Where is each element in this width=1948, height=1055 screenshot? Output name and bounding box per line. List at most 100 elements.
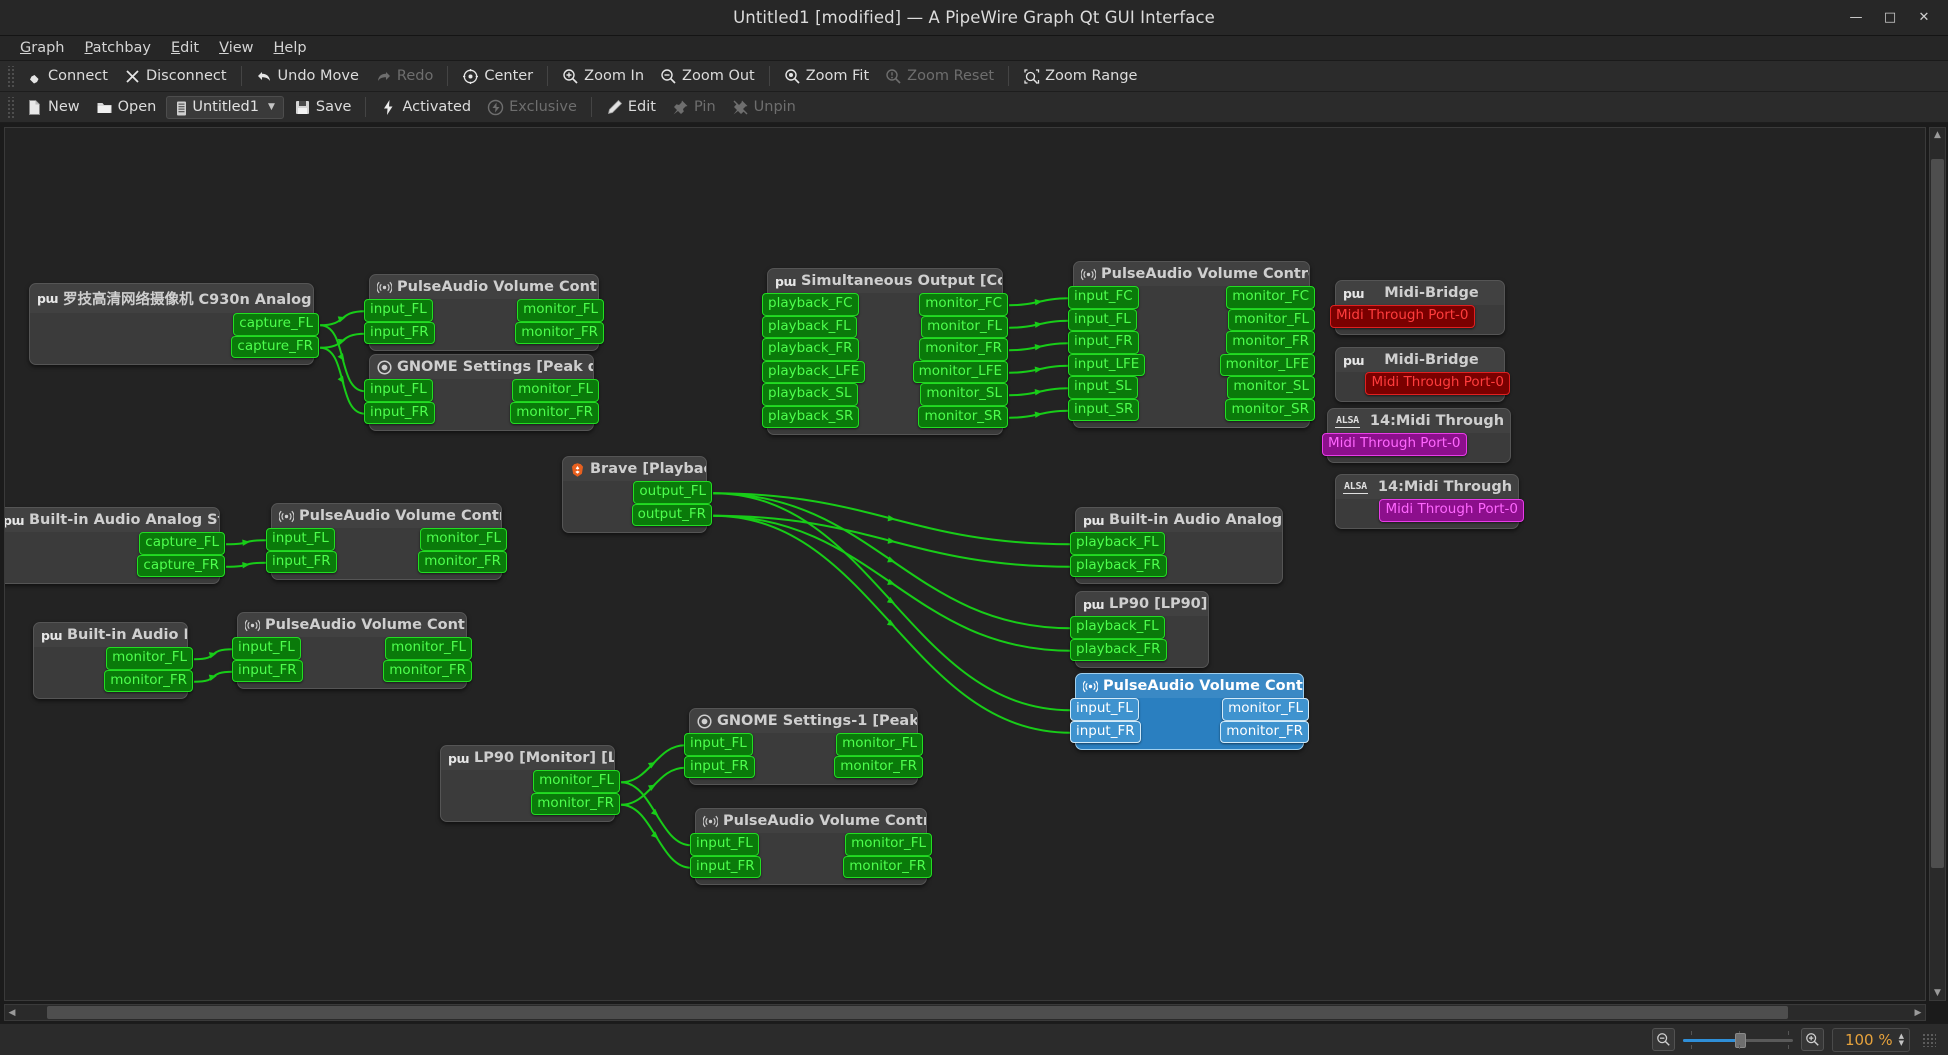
- graph-node[interactable]: Brave [Playback] output_FLoutput_FR: [562, 456, 712, 533]
- graph-node[interactable]: ALSA 14:Midi Through Midi Through Port-0: [1322, 408, 1511, 463]
- output-port[interactable]: monitor_LFE: [1219, 353, 1315, 376]
- connection-edge[interactable]: [712, 514, 1072, 652]
- input-port[interactable]: input_FL: [364, 379, 433, 402]
- connection-edge[interactable]: [319, 332, 366, 349]
- zoom-slider-handle[interactable]: [1735, 1032, 1747, 1048]
- input-port[interactable]: input_FR: [684, 755, 755, 778]
- graph-node[interactable]: pɯ LP90 [LP90] playback_FL playback_FR: [1070, 591, 1209, 668]
- input-port[interactable]: playback_FL: [762, 315, 857, 338]
- vertical-scrollbar[interactable]: ▲ ▼: [1929, 127, 1946, 1001]
- connection-edge[interactable]: [620, 803, 692, 869]
- output-port[interactable]: monitor_FL: [385, 637, 472, 660]
- input-port[interactable]: playback_FC: [762, 293, 859, 316]
- input-port[interactable]: input_FR: [1068, 331, 1139, 354]
- input-port[interactable]: input_LFE: [1068, 353, 1146, 376]
- zoom-out-button[interactable]: [1651, 1028, 1675, 1051]
- output-port[interactable]: monitor_FL: [512, 379, 599, 402]
- input-port[interactable]: input_FL: [690, 833, 759, 856]
- input-port[interactable]: input_FR: [364, 321, 435, 344]
- input-port[interactable]: input_FR: [232, 659, 303, 682]
- graph-node[interactable]: PulseAudio Volume Control-4 [... input_FL…: [1070, 673, 1309, 750]
- input-port[interactable]: playback_SR: [762, 405, 860, 428]
- open-button[interactable]: Open: [88, 96, 165, 119]
- graph-node[interactable]: pɯ Midi-Bridge Midi Through Port-0: [1330, 280, 1505, 335]
- output-port[interactable]: monitor_FR: [843, 855, 932, 878]
- graph-node[interactable]: pɯSimultaneous Output [Combine ...playba…: [762, 268, 1008, 435]
- output-port[interactable]: monitor_LFE: [912, 360, 1008, 383]
- input-port[interactable]: input_FC: [1068, 286, 1139, 309]
- output-port[interactable]: monitor_SL: [920, 383, 1008, 406]
- graph-node[interactable]: PulseAudio Volume Control-3 [... input_FL…: [266, 503, 507, 580]
- zoom-reset-button[interactable]: Zoom Reset: [877, 65, 1002, 88]
- scroll-right-arrow-icon[interactable]: ▶: [1911, 1006, 1925, 1020]
- input-port[interactable]: input_FL: [266, 528, 335, 551]
- connection-edge[interactable]: [1008, 319, 1070, 329]
- graph-node[interactable]: pɯBuilt-in Audio Analog Stereocapture_FL…: [5, 507, 225, 584]
- toolbar-grip-icon[interactable]: [6, 65, 15, 87]
- output-port[interactable]: monitor_FR: [1226, 331, 1315, 354]
- output-port[interactable]: capture_FL: [233, 313, 319, 336]
- graph-node[interactable]: pɯBuilt-in Audio Analog Stereoplayback_F…: [1070, 507, 1283, 584]
- output-port[interactable]: monitor_FL: [533, 770, 620, 793]
- input-port[interactable]: playback_SL: [762, 383, 858, 406]
- output-port[interactable]: capture_FL: [139, 532, 225, 555]
- scroll-up-arrow-icon[interactable]: ▲: [1934, 128, 1941, 142]
- redo-button[interactable]: Redo: [367, 65, 441, 88]
- input-port[interactable]: input_FR: [266, 550, 337, 573]
- input-port[interactable]: input_FL: [1070, 698, 1139, 721]
- disconnect-button[interactable]: Disconnect: [116, 65, 235, 88]
- save-button[interactable]: Save: [286, 96, 360, 119]
- graph-node[interactable]: PulseAudio Volume Control-8 [... input_FL…: [690, 808, 932, 885]
- zoom-slider[interactable]: [1682, 1030, 1793, 1050]
- undo-move-button[interactable]: Undo Move: [248, 65, 367, 88]
- chevron-down-icon[interactable]: ▼: [264, 102, 279, 112]
- output-port[interactable]: monitor_FL: [845, 833, 932, 856]
- horizontal-scroll-thumb[interactable]: [47, 1006, 1788, 1019]
- output-port[interactable]: monitor_FR: [418, 550, 507, 573]
- zoom-range-button[interactable]: Zoom Range: [1015, 65, 1145, 88]
- connection-edge[interactable]: [1008, 297, 1070, 307]
- input-port[interactable]: Midi Through Port-0: [1322, 433, 1467, 456]
- connection-edge[interactable]: [712, 492, 1072, 712]
- input-port[interactable]: playback_LFE: [762, 360, 866, 383]
- input-port[interactable]: input_FL: [684, 733, 753, 756]
- connection-edge[interactable]: [319, 310, 366, 327]
- graph-node[interactable]: GNOME Settings-1 [Peak detect]input_FLmo…: [684, 708, 923, 785]
- close-button[interactable]: ✕: [1908, 5, 1940, 31]
- connection-edge[interactable]: [620, 766, 686, 806]
- output-port[interactable]: monitor_FR: [515, 321, 604, 344]
- output-port[interactable]: monitor_SR: [1225, 398, 1315, 421]
- vertical-scroll-track[interactable]: [1930, 142, 1945, 986]
- output-port[interactable]: monitor_FL: [1222, 698, 1309, 721]
- connect-button[interactable]: Connect: [18, 65, 116, 88]
- toolbar-grip-icon[interactable]: [6, 96, 15, 118]
- minimize-button[interactable]: —: [1840, 5, 1872, 31]
- output-port[interactable]: output_FL: [633, 481, 712, 504]
- connection-edge[interactable]: [319, 346, 366, 415]
- activated-toggle[interactable]: Activated: [372, 96, 479, 119]
- input-port[interactable]: playback_FR: [762, 338, 859, 361]
- graph-node[interactable]: PulseAudio Volume Control-2 [... input_FL…: [232, 612, 472, 689]
- output-port[interactable]: monitor_FR: [531, 792, 620, 815]
- input-port[interactable]: playback_FL: [1070, 616, 1165, 639]
- connection-edge[interactable]: [712, 492, 1072, 630]
- output-port[interactable]: Midi Through Port-0: [1365, 372, 1510, 395]
- connection-edge[interactable]: [225, 561, 268, 568]
- connection-edge[interactable]: [1008, 342, 1070, 352]
- connection-edge[interactable]: [1008, 387, 1070, 397]
- output-port[interactable]: capture_FR: [231, 335, 319, 358]
- horizontal-scroll-track[interactable]: [19, 1005, 1911, 1020]
- input-port[interactable]: input_FR: [690, 855, 761, 878]
- graph-node[interactable]: pɯ 罗技高清网络摄像机 C930n Analog Stereo capture_F…: [29, 283, 319, 365]
- connection-edge[interactable]: [319, 324, 366, 393]
- graph-node[interactable]: PulseAudio Volume Control-1 [... input_FL…: [364, 274, 604, 351]
- connection-edge[interactable]: [712, 492, 1072, 546]
- zoom-level-spinbox[interactable]: 100 % ▲ ▼: [1831, 1027, 1910, 1052]
- zoom-in-button[interactable]: Zoom In: [554, 65, 652, 88]
- menu-item-view[interactable]: View: [209, 38, 263, 58]
- output-port[interactable]: Midi Through Port-0: [1379, 499, 1524, 522]
- input-port[interactable]: input_FL: [364, 299, 433, 322]
- connection-edge[interactable]: [225, 539, 268, 546]
- output-port[interactable]: monitor_FL: [921, 315, 1008, 338]
- output-port[interactable]: monitor_FL: [1228, 308, 1315, 331]
